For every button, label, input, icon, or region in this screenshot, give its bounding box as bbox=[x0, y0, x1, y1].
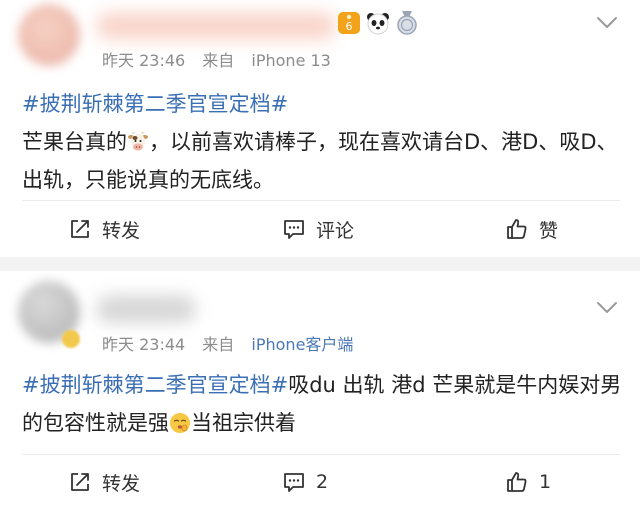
post-meta: 昨天 23:44 来自 iPhone客户端 bbox=[102, 331, 353, 355]
weibo-post: 昨天 23:44 来自 iPhone客户端 #披荆斩棘第二季官宣定档#吸du 出… bbox=[0, 271, 640, 513]
weibo-feed: 6 昨天 23:46 来自 iPhone 13 #披荆斩棘第二季官宣定档# 芒果… bbox=[0, 0, 640, 513]
comment-count: 2 bbox=[316, 471, 329, 493]
post-content[interactable]: #披荆斩棘第二季官宣定档#吸du 出轨 港d 芒果就是牛内娱对男的包容性就是强 … bbox=[22, 366, 622, 442]
topic-link[interactable]: #披荆斩棘第二季官宣定档# bbox=[22, 373, 288, 397]
topic-link[interactable]: #披荆斩棘第二季官宣定档# bbox=[22, 85, 622, 123]
repost-button[interactable]: 转发 bbox=[68, 209, 140, 249]
divider bbox=[22, 454, 620, 455]
like-button[interactable]: 赞 bbox=[505, 209, 558, 249]
repost-icon bbox=[71, 220, 89, 238]
cow-face-emoji-icon bbox=[128, 131, 148, 151]
post-text-end: 当祖宗供着 bbox=[191, 411, 296, 435]
weibo-post: 6 昨天 23:46 来自 iPhone 13 #披荆斩棘第二季官宣定档# 芒果… bbox=[0, 0, 640, 257]
thumbs-up-icon bbox=[507, 219, 527, 239]
post-text: 芒果台真的 ，以前喜欢请棒子，现在喜欢请台D、港D、吸D、出轨，只能说真的无底线… bbox=[22, 130, 618, 192]
post-meta: 昨天 23:46 来自 iPhone 13 bbox=[102, 47, 331, 71]
post-source: iPhone 13 bbox=[251, 51, 331, 70]
post-source-link[interactable]: iPhone客户端 bbox=[251, 335, 353, 354]
comment-label: 评论 bbox=[316, 219, 355, 242]
like-button[interactable]: 1 bbox=[505, 462, 551, 502]
shushing-face-emoji-icon bbox=[170, 413, 190, 433]
like-count: 1 bbox=[539, 471, 552, 493]
post-content[interactable]: #披荆斩棘第二季官宣定档# 芒果台真的 ，以前喜欢请棒子，现在喜欢请台D、港D、… bbox=[22, 85, 622, 199]
divider bbox=[22, 200, 620, 201]
comment-button[interactable]: 2 bbox=[282, 462, 328, 502]
username-blurred[interactable] bbox=[96, 295, 196, 323]
panda-badge-icon[interactable] bbox=[366, 11, 390, 35]
username-blurred[interactable] bbox=[96, 12, 336, 40]
source-prefix: 来自 bbox=[202, 51, 235, 70]
repost-label: 转发 bbox=[102, 219, 141, 242]
comment-icon bbox=[284, 473, 304, 492]
post-time: 昨天 23:44 bbox=[102, 335, 186, 354]
level-badge-icon[interactable]: 6 bbox=[338, 12, 360, 34]
post-time: 昨天 23:46 bbox=[102, 51, 186, 70]
comment-button[interactable]: 评论 bbox=[282, 209, 354, 249]
chevron-down-icon[interactable] bbox=[596, 16, 618, 30]
action-bar: 转发 2 1 bbox=[0, 462, 640, 502]
feed-separator bbox=[0, 257, 640, 271]
like-label: 赞 bbox=[539, 219, 559, 242]
repost-icon bbox=[71, 473, 89, 491]
thumbs-up-icon bbox=[507, 472, 527, 492]
source-prefix: 来自 bbox=[202, 335, 235, 354]
avatar-blurred[interactable] bbox=[18, 4, 80, 66]
repost-label: 转发 bbox=[102, 472, 141, 495]
repost-button[interactable]: 转发 bbox=[68, 462, 140, 502]
chevron-down-icon[interactable] bbox=[596, 301, 618, 315]
action-bar: 转发 评论 赞 bbox=[0, 209, 640, 249]
verified-badge-icon bbox=[62, 330, 80, 348]
user-badges: 6 bbox=[338, 9, 418, 37]
svg-text:6: 6 bbox=[346, 20, 353, 33]
comment-icon bbox=[284, 220, 304, 239]
silver-medal-badge-icon[interactable] bbox=[396, 11, 418, 35]
